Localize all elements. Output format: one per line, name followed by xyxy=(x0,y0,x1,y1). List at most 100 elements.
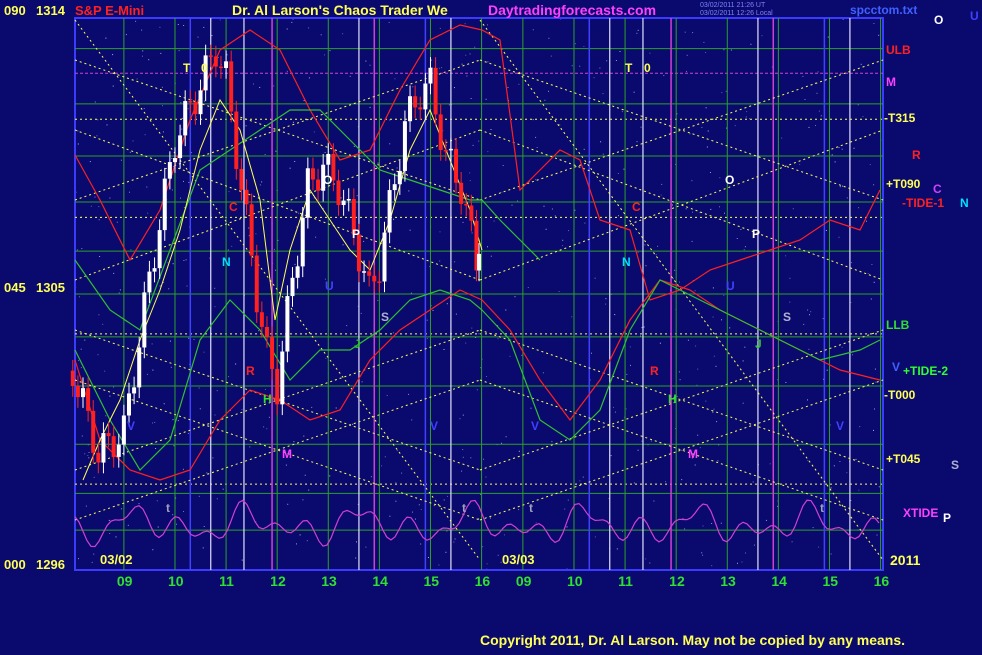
star-dot xyxy=(432,310,434,311)
star-dot xyxy=(226,54,228,56)
star-dot xyxy=(548,90,549,92)
y-label-mid-angle: 045 xyxy=(4,280,26,295)
star-dot xyxy=(443,349,445,350)
label-t000: -T000 xyxy=(884,388,916,402)
star-dot xyxy=(167,262,169,264)
star-dot xyxy=(474,46,476,48)
star-dot xyxy=(605,298,607,300)
star-dot xyxy=(136,78,138,80)
star-dot xyxy=(388,22,390,23)
star-dot xyxy=(162,105,163,107)
star-dot xyxy=(216,498,218,500)
star-dot xyxy=(151,343,153,345)
star-dot xyxy=(701,552,703,554)
star-dot xyxy=(483,458,485,460)
marker-tsmall-3: t xyxy=(529,501,533,515)
star-dot xyxy=(113,386,115,388)
star-dot xyxy=(183,260,185,261)
star-dot xyxy=(812,527,814,529)
star-dot xyxy=(649,562,651,564)
star-dot xyxy=(308,27,310,29)
star-dot xyxy=(127,524,129,526)
star-dot xyxy=(754,544,755,546)
star-dot xyxy=(808,216,810,218)
star-dot xyxy=(650,440,652,442)
star-dot xyxy=(615,60,617,61)
star-dot xyxy=(804,99,806,100)
star-dot xyxy=(135,20,137,22)
star-dot xyxy=(876,534,878,536)
star-dot xyxy=(377,300,379,301)
star-dot xyxy=(564,508,566,510)
star-dot xyxy=(701,127,703,128)
star-dot xyxy=(697,368,699,370)
website-link[interactable]: Daytradingforecasts.com xyxy=(488,2,656,18)
star-dot xyxy=(204,100,205,102)
star-dot xyxy=(289,167,291,169)
star-dot xyxy=(859,426,861,428)
label-m: M xyxy=(886,75,896,89)
star-dot xyxy=(365,60,367,62)
star-dot xyxy=(81,248,83,250)
star-dot xyxy=(138,503,140,505)
star-dot xyxy=(266,428,268,430)
star-dot xyxy=(873,184,875,186)
star-dot xyxy=(521,354,523,356)
star-dot xyxy=(108,519,110,521)
x-tick-label: 11 xyxy=(219,573,234,589)
star-dot xyxy=(707,130,709,132)
star-dot xyxy=(487,246,488,248)
star-dot xyxy=(197,36,199,38)
star-dot xyxy=(198,495,200,497)
star-dot xyxy=(785,382,787,383)
star-dot xyxy=(559,124,561,126)
price-bar-body xyxy=(126,393,131,416)
star-dot xyxy=(461,470,463,472)
marker-zero-day2: 0 xyxy=(644,61,651,75)
star-dot xyxy=(212,457,214,459)
x-tick-label: 15 xyxy=(423,573,439,589)
star-dot xyxy=(699,447,701,449)
star-dot xyxy=(441,67,443,69)
marker-v-4: V xyxy=(836,419,844,433)
star-dot xyxy=(268,416,270,418)
star-dot xyxy=(346,325,348,327)
star-dot xyxy=(342,244,344,246)
star-dot xyxy=(532,29,534,31)
price-bar-body xyxy=(86,388,91,411)
star-dot xyxy=(561,245,563,247)
star-dot xyxy=(408,393,410,395)
price-bar-body xyxy=(234,111,239,169)
star-dot xyxy=(792,208,794,210)
star-dot xyxy=(637,29,639,31)
star-dot xyxy=(831,154,833,156)
star-dot xyxy=(356,195,358,197)
star-dot xyxy=(80,367,82,369)
star-dot xyxy=(745,552,746,554)
star-dot xyxy=(469,53,471,55)
star-dot xyxy=(830,553,832,555)
star-dot xyxy=(681,449,683,451)
star-dot xyxy=(112,85,114,87)
y-label-top-price: 1314 xyxy=(36,3,66,18)
star-dot xyxy=(746,111,748,113)
star-dot xyxy=(465,54,467,56)
marker-v-2: V xyxy=(430,419,438,433)
star-dot xyxy=(761,35,763,37)
star-dot xyxy=(705,52,707,53)
star-dot xyxy=(159,26,161,28)
star-dot xyxy=(826,369,828,371)
star-dot xyxy=(507,87,509,88)
price-bar-body xyxy=(459,182,464,204)
star-dot xyxy=(818,110,820,112)
star-dot xyxy=(579,65,581,67)
star-dot xyxy=(820,115,822,117)
instrument-title: S&P E-Mini xyxy=(75,3,144,18)
star-dot xyxy=(462,456,464,458)
star-dot xyxy=(744,246,746,248)
star-dot xyxy=(249,446,251,448)
star-dot xyxy=(719,177,721,179)
star-dot xyxy=(465,342,467,344)
date-label-day2: 03/03 xyxy=(502,552,535,567)
marker-v-3: V xyxy=(531,419,539,433)
